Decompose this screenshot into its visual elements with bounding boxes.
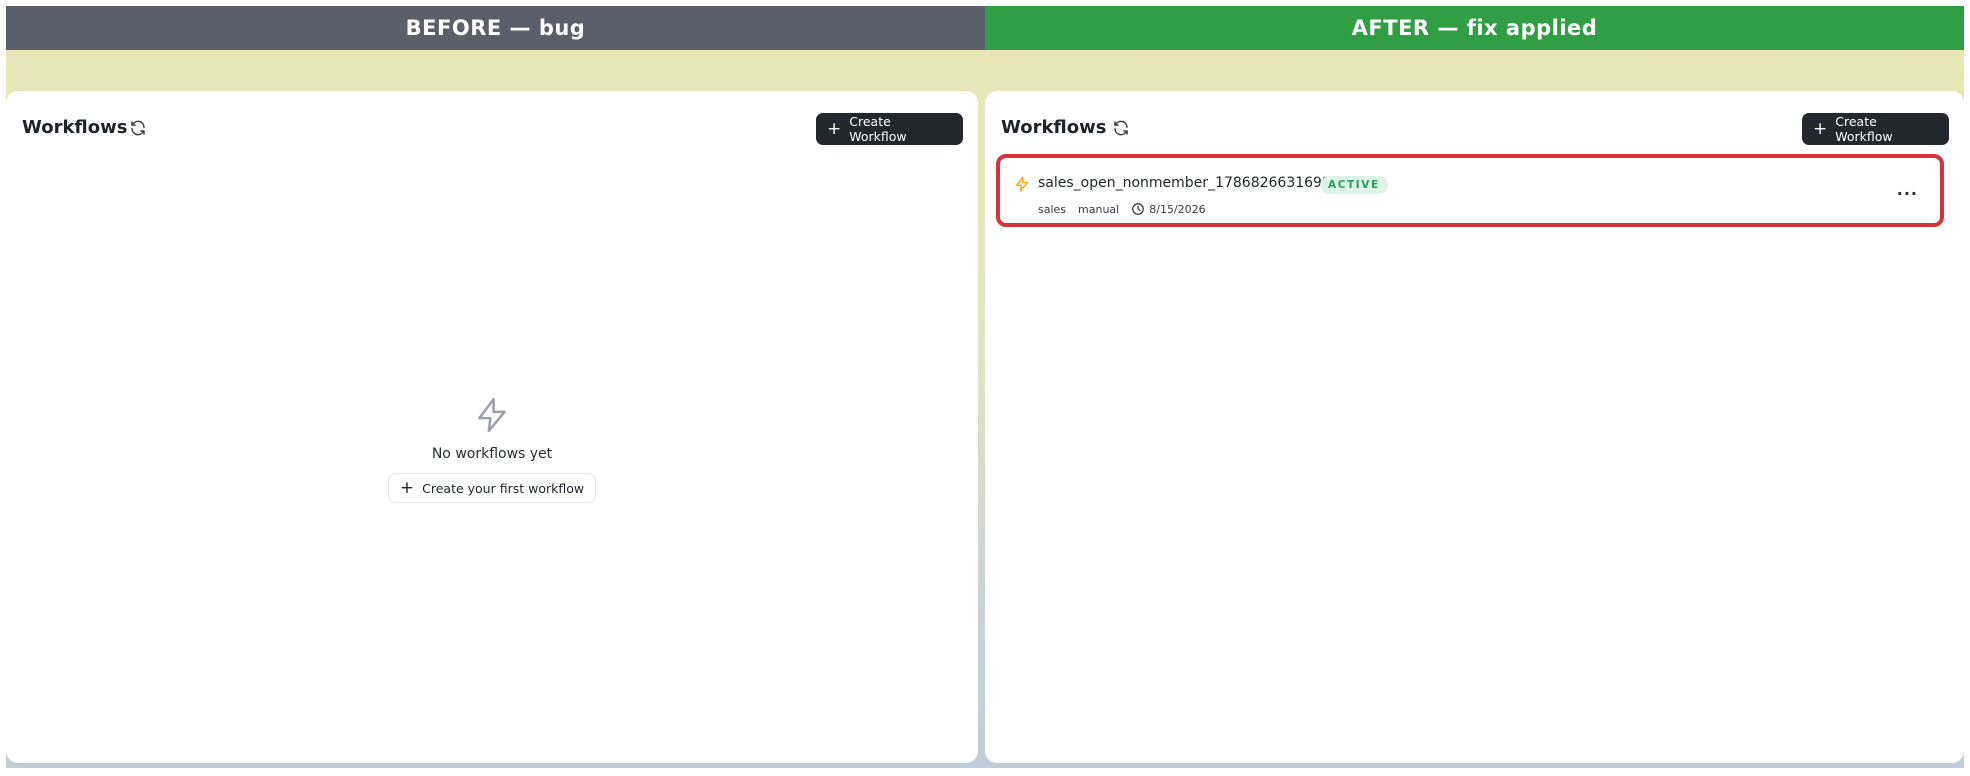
plus-icon: + — [827, 118, 842, 139]
clock-icon — [1132, 203, 1145, 215]
page-title: Workflows — [22, 117, 128, 138]
after-header: AFTER — fix applied — [985, 6, 1964, 50]
workflow-date-group: 8/15/2026 — [1131, 202, 1206, 216]
page-title: Workflows — [1001, 117, 1107, 138]
refresh-icon[interactable] — [1112, 119, 1130, 137]
workflow-name[interactable]: sales_open_nonmember_1786826631692 — [1038, 175, 1331, 191]
more-options-button[interactable]: ... — [1897, 180, 1918, 199]
create-workflow-label: Create Workflow — [849, 114, 907, 144]
empty-state: No workflows yet + Create your first wor… — [6, 396, 978, 503]
workflow-list-item[interactable]: sales_open_nonmember_1786826631692 ACTIV… — [996, 154, 1944, 227]
lightning-bolt-icon — [1015, 176, 1029, 192]
comparison-frame: BEFORE — bug AFTER — fix applied Workflo… — [6, 6, 1964, 768]
plus-icon: + — [399, 477, 415, 498]
create-workflow-button[interactable]: + Create Workflow — [816, 113, 963, 145]
workflow-date: 8/15/2026 — [1149, 202, 1206, 216]
lightning-bolt-icon — [478, 397, 506, 433]
create-workflow-label: Create Workflow — [1835, 114, 1893, 144]
workflow-meta: sales manual 8/15/2026 — [1038, 202, 1206, 216]
create-workflow-button[interactable]: + Create Workflow — [1802, 113, 1949, 145]
create-first-workflow-button[interactable]: + Create your first workflow — [387, 473, 597, 503]
workflow-trigger: manual — [1078, 202, 1120, 216]
refresh-icon[interactable] — [129, 119, 147, 137]
workflow-tag: sales — [1038, 202, 1067, 216]
status-badge: ACTIVE — [1320, 176, 1388, 194]
after-panel: Workflows + Create Workflow sales_open_n… — [985, 91, 1964, 763]
create-first-workflow-label: Create your first workflow — [422, 480, 585, 496]
before-header: BEFORE — bug — [6, 6, 985, 50]
plus-icon: + — [1813, 118, 1828, 139]
before-panel: Workflows + Create Workflow No workflows… — [6, 91, 978, 763]
empty-state-text: No workflows yet — [431, 446, 553, 462]
